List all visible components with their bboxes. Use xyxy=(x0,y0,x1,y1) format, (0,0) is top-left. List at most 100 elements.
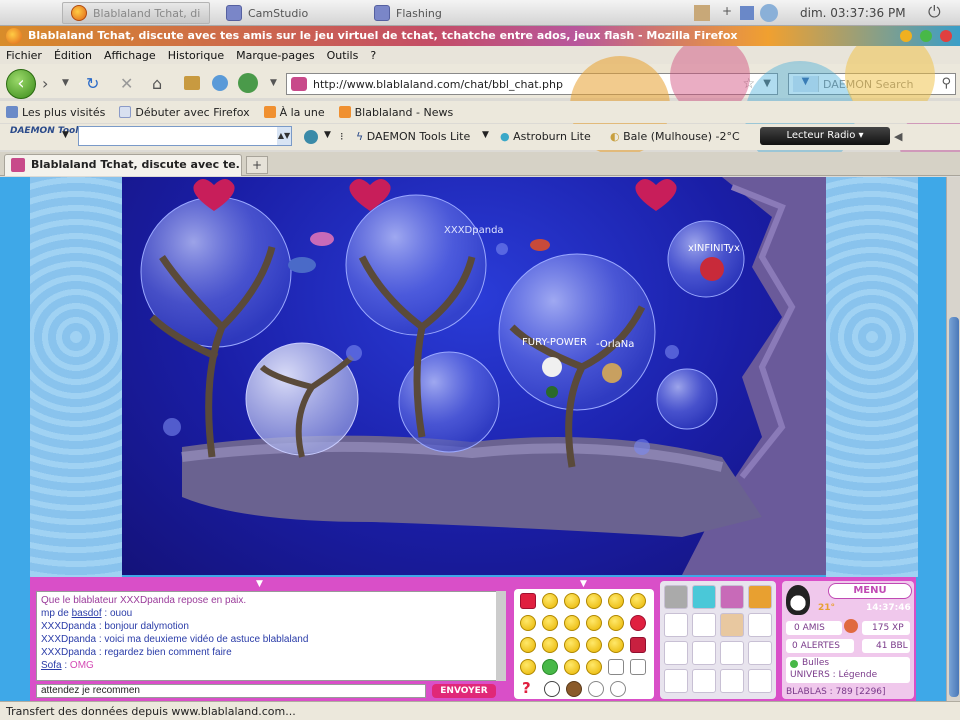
smiley-icon[interactable] xyxy=(564,637,580,653)
camera-item-icon[interactable] xyxy=(664,585,688,609)
smiley-icon[interactable] xyxy=(542,615,558,631)
pickaxe-icon[interactable] xyxy=(664,613,688,637)
minimize-button[interactable] xyxy=(900,30,912,42)
maximize-button[interactable] xyxy=(920,30,932,42)
sync-icon[interactable] xyxy=(212,75,228,91)
empty-slot[interactable] xyxy=(720,641,744,665)
new-tab-button[interactable]: + xyxy=(246,156,268,174)
page-scrollbar[interactable] xyxy=(946,177,960,701)
mode-3d-icon[interactable] xyxy=(692,585,716,609)
daemon-logo[interactable]: DAEMON Tools xyxy=(10,127,84,136)
chat-bubble-icon[interactable] xyxy=(630,659,646,675)
close-button[interactable] xyxy=(940,30,952,42)
friends-box[interactable]: 0 AMIS xyxy=(786,621,842,635)
chat-input[interactable]: attendez je recommen xyxy=(36,684,426,698)
menu-fichier[interactable]: Fichier xyxy=(6,49,42,62)
daemon-tools-dropdown-icon[interactable]: ▼ xyxy=(482,130,489,140)
lightbulb-icon[interactable] xyxy=(588,681,604,697)
scrollbar-thumb[interactable] xyxy=(949,317,959,697)
music-note-icon[interactable] xyxy=(692,613,716,637)
url-dropdown-icon[interactable]: ▼ xyxy=(763,78,771,89)
player-label[interactable]: xINFINITyx xyxy=(688,243,740,254)
search-box[interactable]: ▼ DAEMON Search ⚲ xyxy=(788,73,956,95)
volume-icon[interactable]: ◀ xyxy=(894,130,902,143)
power-icon[interactable]: ⏻ xyxy=(928,2,941,22)
smiley-icon[interactable] xyxy=(586,637,602,653)
chat-author-link[interactable]: Sofa xyxy=(41,660,62,671)
poop-icon[interactable] xyxy=(566,681,582,697)
bookmark-getting-started[interactable]: Débuter avec Firefox xyxy=(119,106,250,119)
smiley-icon[interactable] xyxy=(520,659,536,675)
chat-toggle-icon[interactable]: ▼ xyxy=(256,579,263,589)
angry-smiley-icon[interactable] xyxy=(630,615,646,631)
drop-icon[interactable] xyxy=(610,681,626,697)
search-icon[interactable]: ⚲ xyxy=(941,76,951,91)
star-icon[interactable]: ☆ xyxy=(742,76,755,92)
bookmark-folder-icon[interactable] xyxy=(184,76,200,90)
url-bar[interactable]: http://www.blablaland.com/chat/bbl_chat.… xyxy=(286,73,778,95)
smiley-icon[interactable] xyxy=(608,637,624,653)
empty-slot[interactable] xyxy=(692,669,716,693)
heart-smiley-icon[interactable] xyxy=(520,593,536,609)
plus-icon[interactable]: + xyxy=(722,4,732,18)
empty-slot[interactable] xyxy=(748,641,772,665)
empty-slot[interactable] xyxy=(720,669,744,693)
smiley-icon[interactable] xyxy=(520,637,536,653)
smiley-icon[interactable] xyxy=(542,637,558,653)
tab-blablaland[interactable]: Blablaland Tchat, discute avec te... xyxy=(4,154,242,176)
menu-help[interactable]: ? xyxy=(370,49,376,62)
bookmark-news[interactable]: À la une xyxy=(263,106,325,119)
send-button[interactable]: ENVOYER xyxy=(432,684,496,698)
menu-affichage[interactable]: Affichage xyxy=(104,49,156,62)
menu-marque-pages[interactable]: Marque-pages xyxy=(236,49,314,62)
stop-icon[interactable]: ✕ xyxy=(120,74,133,93)
daemon-search-arrow-icon[interactable]: ▲▼ xyxy=(277,127,291,145)
menu-edition[interactable]: Édition xyxy=(54,49,92,62)
clock[interactable]: dim. 03:37:36 PM xyxy=(800,6,906,20)
empty-slot[interactable] xyxy=(748,613,772,637)
search-engine-icon[interactable]: ▼ xyxy=(793,76,819,92)
network-icon[interactable] xyxy=(740,6,754,20)
player-label[interactable]: FURY-POWER xyxy=(522,337,587,348)
smiley-icon[interactable] xyxy=(630,593,646,609)
forward-button[interactable]: › xyxy=(42,74,48,93)
penguin-avatar-icon[interactable] xyxy=(786,585,810,615)
friends-icon[interactable] xyxy=(844,619,858,633)
smiley-icon[interactable] xyxy=(564,659,580,675)
empty-slot[interactable] xyxy=(748,669,772,693)
back-button[interactable]: ‹ xyxy=(6,69,36,99)
download-dropdown-icon[interactable]: ▼ xyxy=(270,78,277,88)
chat-author[interactable]: XXXDpanda xyxy=(41,647,96,658)
smiley-icon[interactable] xyxy=(586,593,602,609)
alerts-box[interactable]: 0 ALERTES xyxy=(786,639,854,653)
radio-player[interactable]: Lecteur Radio ▾ xyxy=(760,127,890,145)
thumbs-up-icon[interactable] xyxy=(608,659,624,675)
smiley-icon[interactable] xyxy=(586,615,602,631)
home-icon[interactable]: ⌂ xyxy=(152,74,162,93)
daemon-tools-lite-item[interactable]: ϟ DAEMON Tools Lite xyxy=(356,130,470,143)
daemon-search-input[interactable]: ▲▼ xyxy=(78,126,292,146)
question-icon[interactable]: ? xyxy=(522,679,531,697)
menu-outils[interactable]: Outils xyxy=(327,49,359,62)
smiley-icon[interactable] xyxy=(564,593,580,609)
chat-log[interactable]: Que le blablateur XXXDpanda repose en pa… xyxy=(36,591,504,681)
tray-app-icon[interactable] xyxy=(694,5,710,21)
sick-smiley-icon[interactable] xyxy=(542,659,558,675)
game-scene[interactable]: XXXDpanda FURY-POWER -OrlaNa xINFINITyx xyxy=(122,177,826,575)
taskbar-item-camstudio[interactable]: CamStudio xyxy=(218,2,358,24)
globe-icon[interactable] xyxy=(760,4,778,22)
chat-scrollbar[interactable] xyxy=(496,591,506,681)
player-label[interactable]: XXXDpanda xyxy=(444,225,504,236)
skull-icon[interactable] xyxy=(544,681,560,697)
badge-icon[interactable] xyxy=(748,585,772,609)
taskbar-item-flashing[interactable]: Flashing xyxy=(366,2,506,24)
chat-author[interactable]: XXXDpanda xyxy=(41,621,96,632)
chat-author-link[interactable]: basdof xyxy=(72,608,102,619)
empty-slot[interactable] xyxy=(664,669,688,693)
smiley-icon[interactable] xyxy=(608,593,624,609)
player-label[interactable]: -OrlaNa xyxy=(596,339,634,350)
smiley-icon[interactable] xyxy=(520,615,536,631)
smiley-icon[interactable] xyxy=(542,593,558,609)
smiley-icon[interactable] xyxy=(608,615,624,631)
reload-icon[interactable]: ↻ xyxy=(86,74,99,93)
